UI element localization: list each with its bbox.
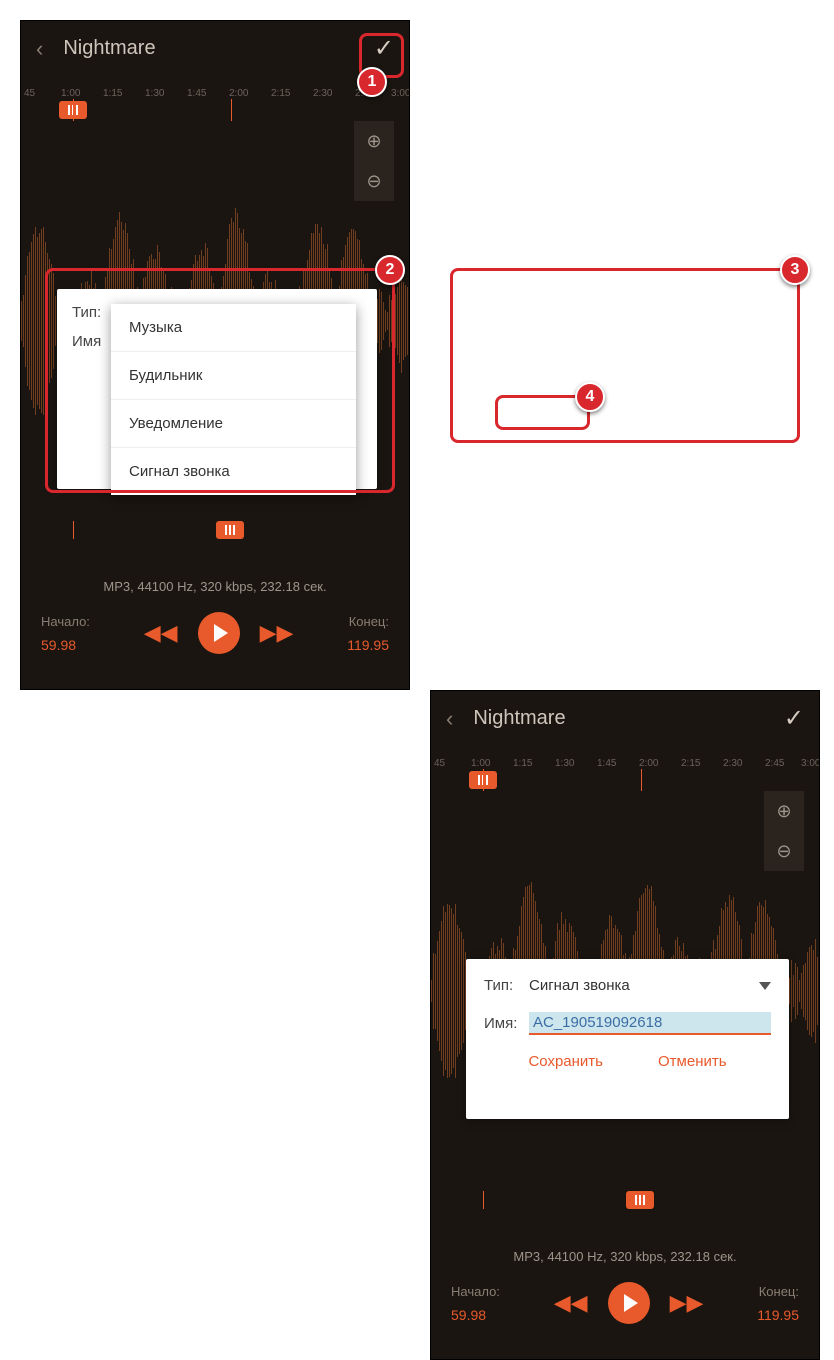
confirm-icon[interactable]: ✓ [784, 704, 804, 733]
zoom-in-icon[interactable]: ⊕ [764, 791, 804, 831]
back-icon[interactable]: ‹ [36, 36, 43, 62]
header: ‹ Nightmare ✓ [21, 21, 409, 76]
forward-icon[interactable]: ▶▶ [670, 1290, 704, 1316]
zoom-in-icon[interactable]: ⊕ [354, 121, 394, 161]
badge-4: 4 [575, 382, 605, 412]
page-title: Nightmare [473, 707, 784, 730]
start-time: Начало: 59.98 [41, 614, 90, 653]
start-time: Начало: 59.98 [451, 1284, 500, 1323]
end-time: Конец: 119.95 [757, 1284, 799, 1323]
zoom-out-icon[interactable]: ⊖ [354, 161, 394, 201]
playback-controls: Начало: 59.98 ◀◀ ▶▶ Конец: 119.95 [21, 612, 409, 654]
zoom-controls: ⊕ ⊖ [764, 791, 804, 871]
cancel-button[interactable]: Отменить [658, 1053, 727, 1070]
badge-1: 1 [357, 67, 387, 97]
selection-end-handle[interactable] [216, 521, 244, 539]
play-icon [214, 624, 228, 642]
time-ruler: 45 1:00 1:15 1:30 1:45 2:00 2:15 2:30 2:… [21, 76, 409, 101]
rewind-icon[interactable]: ◀◀ [144, 620, 178, 646]
zoom-out-icon[interactable]: ⊖ [764, 831, 804, 871]
screen-right: ‹ Nightmare ✓ 45 1:00 1:15 1:30 1:45 2:0… [430, 690, 820, 1360]
zoom-controls: ⊕ ⊖ [354, 121, 394, 201]
rewind-icon[interactable]: ◀◀ [554, 1290, 588, 1316]
audio-info: MP3, 44100 Hz, 320 kbps, 232.18 сек. [431, 1249, 819, 1264]
back-icon[interactable]: ‹ [446, 706, 453, 732]
type-select[interactable]: Сигнал звонка [529, 977, 630, 994]
header: ‹ Nightmare ✓ [431, 691, 819, 746]
forward-icon[interactable]: ▶▶ [260, 620, 294, 646]
save-button[interactable]: Сохранить [528, 1053, 603, 1070]
save-dialog: Тип: Сигнал звонка Имя: AC_190519092618 … [466, 959, 789, 1119]
play-button[interactable] [608, 1282, 650, 1324]
selection-end-handle[interactable] [626, 1191, 654, 1209]
play-icon [624, 1294, 638, 1312]
page-title: Nightmare [63, 37, 374, 60]
badge-2: 2 [375, 255, 405, 285]
badge-3: 3 [780, 255, 810, 285]
end-time: Конец: 119.95 [347, 614, 389, 653]
playback-controls: Начало: 59.98 ◀◀ ▶▶ Конец: 119.95 [431, 1282, 819, 1324]
play-button[interactable] [198, 612, 240, 654]
filename-input[interactable]: AC_190519092618 [529, 1012, 771, 1035]
audio-info: MP3, 44100 Hz, 320 kbps, 232.18 сек. [21, 579, 409, 594]
time-ruler: 45 1:00 1:15 1:30 1:45 2:00 2:15 2:30 2:… [431, 746, 819, 771]
callout-2 [45, 268, 395, 493]
chevron-down-icon[interactable] [759, 982, 771, 990]
